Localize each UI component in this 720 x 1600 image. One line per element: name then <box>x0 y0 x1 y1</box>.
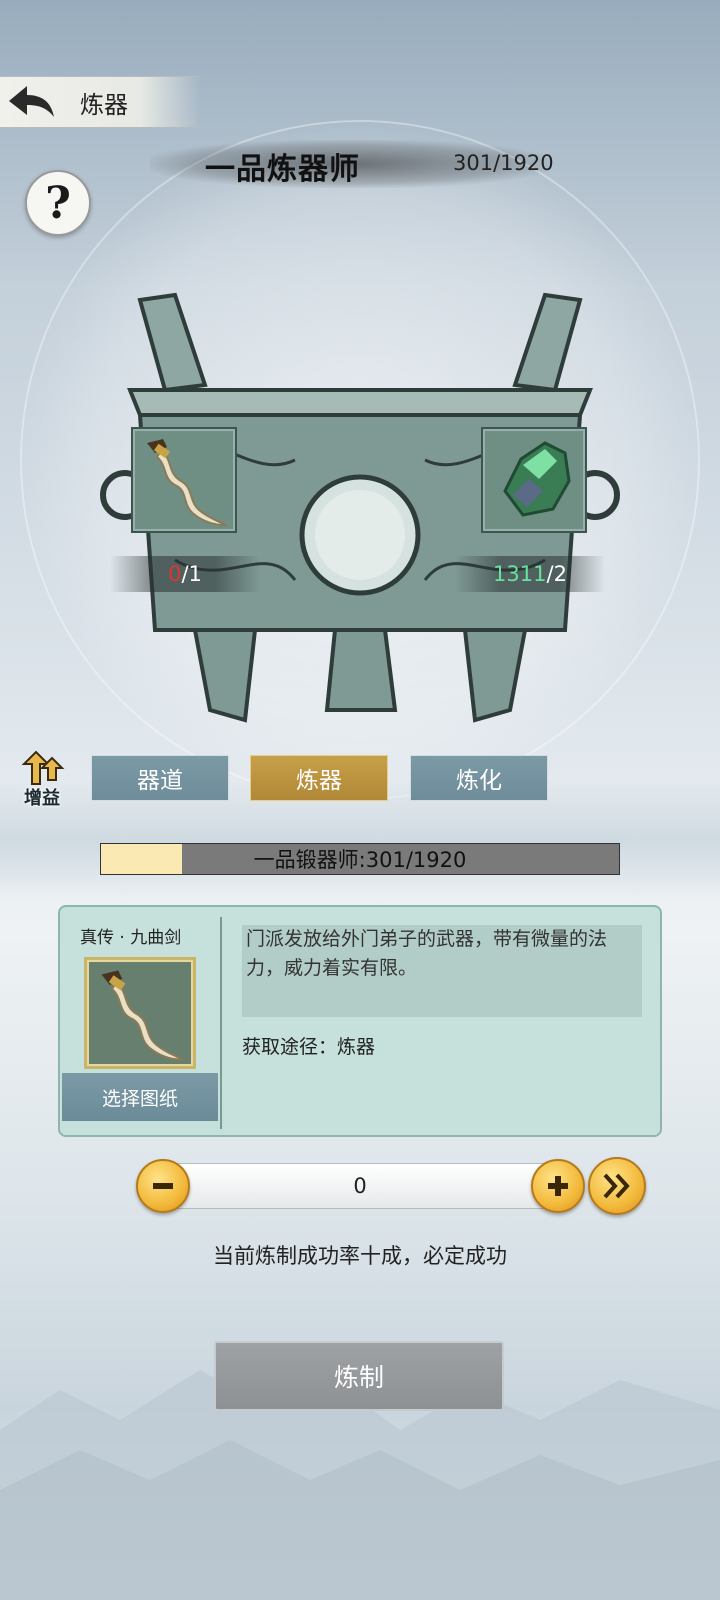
top-bar: 炼器 <box>0 76 200 128</box>
rank-title: 一品炼器师 <box>205 152 360 187</box>
buff-arrows-icon <box>21 750 65 785</box>
blueprint-panel: 真传 · 九曲剑 选择图纸 门派发放给外门弟子的武器，带有微量的法力，威力着实有… <box>58 905 662 1137</box>
minus-icon <box>153 1183 173 1189</box>
rank-progress: 301/1920 <box>453 151 554 175</box>
tab-qidao[interactable]: 器道 <box>91 755 229 801</box>
success-rate-text: 当前炼制成功率十成，必定成功 <box>213 1244 507 1268</box>
need-count: /2 <box>546 562 567 586</box>
tab-label: 炼器 <box>296 768 342 794</box>
select-blueprint-button[interactable]: 选择图纸 <box>62 1073 218 1121</box>
question-mark-icon: ? <box>45 177 71 229</box>
select-blueprint-label: 选择图纸 <box>101 1087 178 1110</box>
green-ore-icon <box>503 441 571 517</box>
quantity-value: 0 <box>353 1174 367 1198</box>
rank-progress-text: 一品锻器师:301/1920 <box>253 848 467 872</box>
need-count: /1 <box>181 562 202 586</box>
tab-label: 炼化 <box>456 768 502 794</box>
ingredient-slot-sword[interactable] <box>131 427 237 533</box>
ingredient-count-sword: 0/1 <box>110 556 260 592</box>
curved-sword-icon <box>101 970 187 1061</box>
help-button[interactable]: ? <box>25 170 91 236</box>
ingredient-count-ore: 1311/2 <box>455 556 605 592</box>
have-count: 1311 <box>493 562 547 586</box>
blueprint-thumbnail[interactable] <box>84 957 196 1069</box>
back-button[interactable] <box>0 77 62 127</box>
background-mountains <box>0 1370 720 1600</box>
blueprint-description: 门派发放给外门弟子的武器，带有微量的法力，威力着实有限。 <box>242 925 642 1017</box>
ingredient-slot-ore[interactable] <box>481 427 587 533</box>
have-count: 0 <box>168 562 182 586</box>
blueprint-name: 真传 · 九曲剑 <box>80 928 182 948</box>
double-chevron-right-icon <box>603 1173 630 1199</box>
max-quantity-button[interactable] <box>588 1157 646 1215</box>
blueprint-source: 获取途径：炼器 <box>242 1036 376 1058</box>
craft-button[interactable]: 炼制 <box>214 1341 504 1411</box>
plus-icon <box>548 1176 568 1196</box>
buff-button[interactable]: 增益 <box>14 750 70 810</box>
buff-label: 增益 <box>24 788 60 809</box>
tab-label: 器道 <box>137 768 183 794</box>
decrease-button[interactable] <box>136 1159 190 1213</box>
increase-button[interactable] <box>531 1159 585 1213</box>
page-title: 炼器 <box>80 90 128 119</box>
tab-lianqi[interactable]: 炼器 <box>250 755 388 801</box>
rank-progress-bar: 一品锻器师:301/1920 <box>100 843 620 875</box>
tab-lianhua[interactable]: 炼化 <box>410 755 548 801</box>
craft-label: 炼制 <box>333 1363 384 1392</box>
quantity-field[interactable]: 0 <box>160 1163 560 1209</box>
panel-divider <box>220 917 222 1129</box>
back-arrow-icon <box>9 86 54 117</box>
curved-sword-icon <box>147 439 229 527</box>
